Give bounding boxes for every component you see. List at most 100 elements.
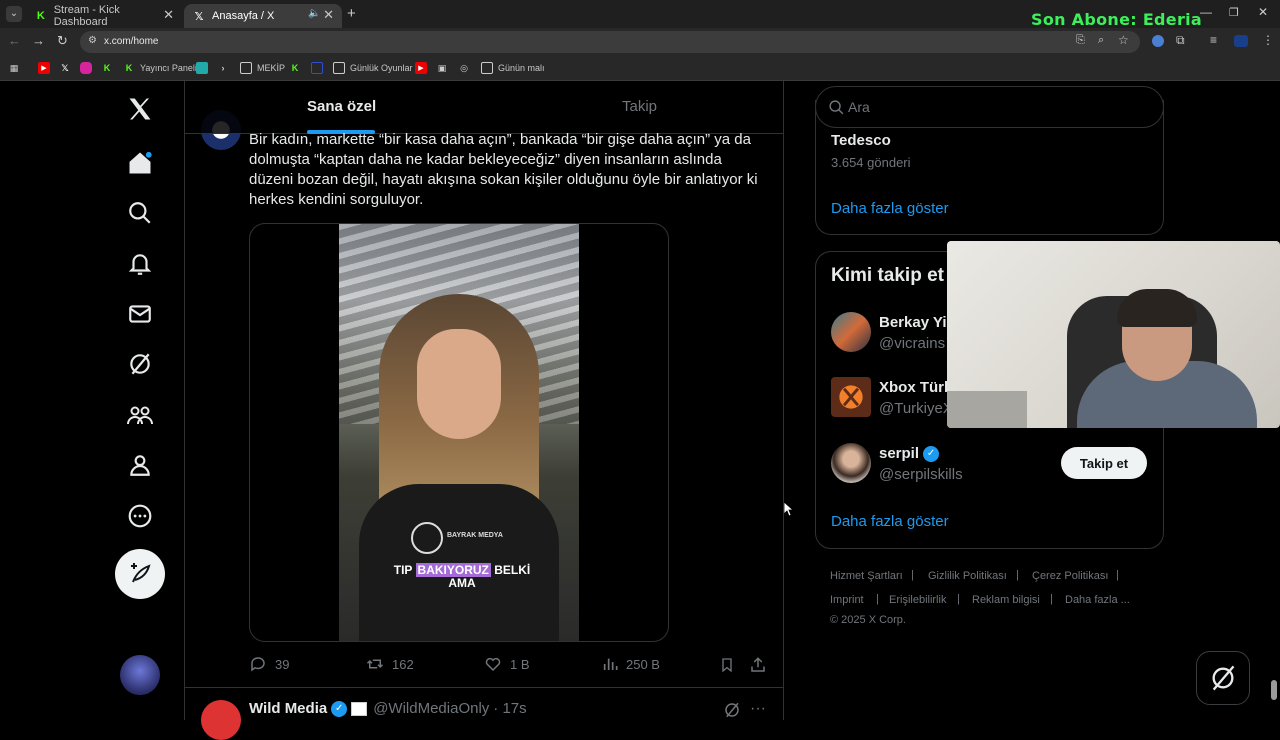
bookmark-star-icon[interactable]: ☆	[1118, 33, 1129, 47]
x-logo-icon[interactable]	[124, 93, 156, 125]
close-icon[interactable]: ✕	[323, 7, 334, 23]
next-tweet-avatar[interactable]	[201, 700, 241, 740]
footer-link-imprint[interactable]: Imprint	[830, 594, 864, 606]
tweet-text: Bir kadın, markette “bir kasa daha açın”…	[249, 131, 758, 208]
bookmark-yayinci-paneli[interactable]: K Yayıncı Paneli	[123, 60, 197, 76]
footer-link-cookies[interactable]: Çerez Politikası	[1032, 570, 1108, 582]
reply-button[interactable]: 39	[249, 655, 289, 673]
profile-icon[interactable]	[124, 449, 156, 481]
url-text: x.com/home	[104, 36, 159, 47]
bookmark-gunun-mali[interactable]: Günün malı	[481, 60, 545, 76]
account-avatar[interactable]	[120, 655, 160, 695]
follow-user-avatar[interactable]	[831, 312, 871, 352]
kick-icon: K	[36, 10, 45, 22]
reload-icon[interactable]: ↻	[57, 33, 68, 49]
browser-menu-icon[interactable]: ⋮	[1262, 33, 1274, 47]
search-icon[interactable]	[124, 197, 156, 229]
window-close-button[interactable]: ✕	[1258, 5, 1268, 19]
site-info-icon[interactable]: ⚙	[88, 35, 97, 46]
grok-icon[interactable]	[124, 348, 156, 380]
globe-bookmark[interactable]: ◎	[458, 60, 475, 76]
back-icon[interactable]: ←	[8, 33, 21, 48]
repost-icon	[366, 659, 384, 669]
streamer-webcam	[947, 241, 1280, 428]
trend-count: 3.654 gönderi	[831, 155, 911, 170]
footer-link-accessibility[interactable]: Erişilebilirlik	[889, 594, 946, 606]
kick-bookmark[interactable]: K	[101, 60, 118, 76]
zoom-icon[interactable]: ⌕	[1098, 34, 1104, 47]
grok-small-icon[interactable]	[723, 701, 741, 719]
kick-bookmark-2[interactable]: K	[289, 60, 306, 76]
reply-icon	[251, 657, 265, 672]
feed-tabs: Sana özel Takip	[185, 81, 783, 134]
xbox-avatar[interactable]	[831, 377, 871, 417]
trends-show-more[interactable]: Daha fazla göster	[831, 200, 949, 217]
more-circle-icon[interactable]	[124, 500, 156, 532]
footer-link-terms[interactable]: Hizmet Şartları	[830, 570, 903, 582]
kick-icon: K	[291, 63, 299, 73]
bookmark-arrow[interactable]: ›	[217, 60, 234, 76]
restore-button[interactable]: ❐	[1229, 6, 1239, 19]
page-scrollbar[interactable]	[1271, 680, 1277, 700]
follow-user-name[interactable]: Xbox Türk	[879, 379, 952, 396]
x-logo-icon: 𝕏	[61, 62, 69, 73]
chevron-right-icon: ›	[221, 63, 225, 73]
extensions-puzzle-icon[interactable]: ⧉	[1176, 33, 1185, 48]
communities-icon[interactable]	[124, 399, 156, 431]
youtube-bookmark[interactable]: ▶	[38, 60, 55, 76]
footer-link-more[interactable]: Daha fazla ...	[1065, 594, 1130, 606]
browser-tab-kick[interactable]: K Stream - Kick Dashboard ✕	[26, 4, 182, 28]
home-icon[interactable]	[124, 147, 156, 179]
trend-name[interactable]: Tedesco	[831, 132, 891, 149]
follow-button[interactable]: Takip et	[1061, 447, 1147, 479]
close-icon[interactable]: ✕	[163, 7, 174, 23]
footer-link-ads-info[interactable]: Reklam bilgisi	[972, 594, 1040, 606]
bookmark-mekip[interactable]: MEKİP	[240, 60, 285, 76]
tab-search-icon[interactable]: ⌄	[6, 6, 22, 22]
youtube-bookmark-2[interactable]: ▶	[415, 60, 432, 76]
webcam-desk-object	[947, 391, 1027, 428]
video-caption: TIP BAKIYORUZ BELKİ AMA	[393, 563, 531, 590]
footer-link-privacy[interactable]: Gizlilik Politikası	[928, 570, 1007, 582]
profile-avatar[interactable]	[1234, 35, 1248, 47]
x-bookmark[interactable]: 𝕏	[59, 60, 76, 76]
tab-following[interactable]: Takip	[622, 98, 657, 115]
instagram-bookmark[interactable]	[80, 60, 97, 76]
new-tab-button[interactable]: +	[347, 5, 356, 22]
browser-tab-x[interactable]: 𝕏 Anasayfa / X 🔈 ✕	[184, 4, 342, 28]
grok-floating-button[interactable]	[1196, 651, 1250, 705]
repost-button[interactable]: 162	[366, 655, 414, 673]
bookmark-blue[interactable]	[311, 60, 328, 76]
like-button[interactable]: 1 B	[484, 655, 530, 673]
next-tweet-author[interactable]: Wild Media	[249, 700, 327, 717]
tab-for-you[interactable]: Sana özel	[307, 98, 376, 115]
share-icon[interactable]	[749, 656, 767, 674]
speaker-icon[interactable]: 🔈	[308, 8, 320, 19]
bookmark-app[interactable]	[196, 60, 213, 76]
notifications-bell-icon[interactable]	[124, 248, 156, 280]
footer-divider: |	[876, 593, 879, 605]
globe-icon: ◎	[460, 62, 468, 73]
post-button[interactable]	[115, 549, 165, 599]
follow-user-avatar[interactable]	[831, 443, 871, 483]
follow-user-name[interactable]: Berkay Yi	[879, 314, 947, 331]
messages-envelope-icon[interactable]	[124, 298, 156, 330]
bookmark-gunluk-oyunlar[interactable]: Günlük Oyunlar	[333, 60, 413, 76]
follow-user-name[interactable]: serpil	[879, 445, 919, 462]
media-control-icon[interactable]: ≡	[1210, 33, 1217, 47]
tweet-video[interactable]: BAYRAK MEDYA TIP BAKIYORUZ BELKİ AMA	[249, 223, 669, 642]
instagram-icon	[80, 62, 92, 74]
tweet-more-icon[interactable]: ···	[750, 700, 766, 718]
analytics-icon	[603, 658, 618, 670]
forward-icon[interactable]: →	[32, 33, 45, 48]
minimize-button[interactable]: —	[1200, 5, 1212, 19]
extension-icon[interactable]	[1152, 35, 1164, 47]
views-button[interactable]: 250 B	[602, 655, 660, 673]
address-bar[interactable]: ⚙ x.com/home ⎘ ⌕ ☆	[80, 31, 1140, 53]
apps-icon[interactable]: ▦	[8, 60, 25, 76]
next-tweet-handle[interactable]: @WildMediaOnly	[373, 700, 489, 717]
bookmark-icon[interactable]	[719, 656, 735, 674]
image-bookmark[interactable]: ▣	[436, 60, 453, 76]
who-to-follow-show-more[interactable]: Daha fazla göster	[831, 513, 949, 530]
install-icon[interactable]: ⎘	[1076, 34, 1085, 47]
